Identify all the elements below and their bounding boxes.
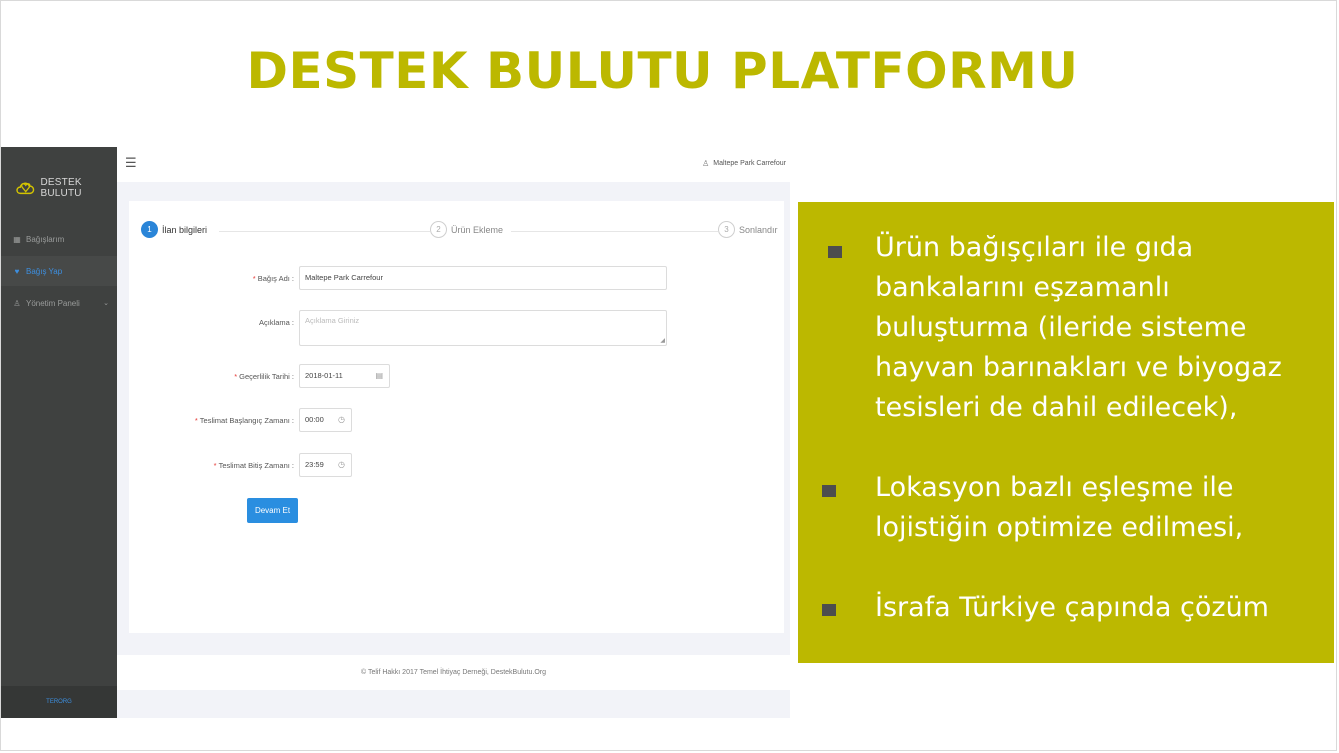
step-1[interactable]: 1 İlan bilgileri — [141, 221, 208, 238]
grid-icon: ▦ — [13, 234, 21, 244]
user-menu[interactable]: ♙ Maltepe Park Carrefour — [702, 159, 786, 168]
user-icon: ♙ — [702, 159, 710, 168]
expiry-date-input[interactable]: 2018-01-11 ▤ — [299, 364, 390, 388]
step-connector — [511, 231, 731, 232]
form-row-delivery-start: * Teslimat Başlangıç Zamanı : 00:00 ◷ — [129, 408, 784, 434]
sidebar-item-yonetim-paneli[interactable]: ♙ Yönetim Paneli ⌄ — [1, 288, 117, 318]
bullet-square — [822, 485, 836, 497]
description-textarea[interactable]: Açıklama Giriniz ◢ — [299, 310, 667, 346]
sidebar-footer: TERORG — [1, 686, 117, 718]
calendar-icon[interactable]: ▤ — [375, 365, 383, 387]
description-placeholder: Açıklama Giriniz — [305, 316, 360, 325]
delivery-end-label: Teslimat Bitiş Zamanı : — [218, 461, 294, 470]
sidebar-item-bagislarim[interactable]: ▦ Bağışlarım — [1, 224, 117, 254]
menu-toggle-icon[interactable]: ☰ — [125, 156, 137, 169]
app-footer: © Telif Hakkı 2017 Temel İhtiyaç Derneği… — [117, 655, 790, 690]
continue-button[interactable]: Devam Et — [247, 498, 298, 523]
topbar: ☰ ♙ Maltepe Park Carrefour — [117, 147, 790, 182]
sidebar-item-label: Yönetim Paneli — [26, 298, 80, 308]
bullet-square — [828, 246, 842, 258]
delivery-start-input[interactable]: 00:00 ◷ — [299, 408, 352, 432]
required-marker: * — [234, 372, 238, 381]
brand[interactable]: DESTEK BULUTU — [15, 177, 117, 199]
delivery-end-value: 23:59 — [305, 460, 324, 469]
step-number: 1 — [141, 221, 158, 238]
clock-icon[interactable]: ◷ — [338, 454, 345, 476]
step-label: Ürün Ekleme — [451, 224, 504, 235]
form-card: 1 İlan bilgileri 2 Ürün Ekleme 3 Sonland… — [129, 201, 784, 633]
donation-name-label: Bağış Adı : — [257, 274, 294, 283]
step-2[interactable]: 2 Ürün Ekleme — [430, 221, 504, 238]
sidebar-item-bagis-yap[interactable]: ♥ Bağış Yap — [1, 256, 117, 286]
delivery-start-value: 00:00 — [305, 415, 324, 424]
form-row-expiry-date: * Geçerlilik Tarihi : 2018-01-11 ▤ — [129, 364, 784, 390]
heart-icon: ♥ — [14, 266, 20, 276]
sidebar-item-label: Bağış Yap — [26, 266, 63, 276]
step-3[interactable]: 3 Sonlandır — [718, 221, 778, 238]
user-name: Maltepe Park Carrefour — [713, 160, 786, 167]
info-bullet-3: İsrafa Türkiye çapında çözüm — [875, 592, 1269, 623]
info-panel: Ürün bağışçıları ile gıda bankalarını eş… — [798, 202, 1334, 663]
bullet-square — [822, 604, 836, 616]
step-number: 2 — [430, 221, 447, 238]
step-label: Sonlandır — [739, 224, 778, 235]
description-label: Açıklama : — [258, 318, 294, 327]
user-icon: ♙ — [13, 298, 21, 308]
app-screenshot: DESTEK BULUTU ▦ Bağışlarım ♥ Bağış Yap ♙… — [1, 147, 790, 718]
form-row-donation-name: * Bağış Adı : Maltepe Park Carrefour — [129, 266, 784, 292]
step-label: İlan bilgileri — [162, 224, 208, 235]
resize-grip-icon[interactable]: ◢ — [660, 338, 665, 344]
info-bullet-2: Lokasyon bazlı eşleşme ile lojistiğin op… — [875, 472, 1244, 543]
brand-name: DESTEK BULUTU — [40, 177, 82, 199]
step-number: 3 — [718, 221, 735, 238]
sidebar: DESTEK BULUTU ▦ Bağışlarım ♥ Bağış Yap ♙… — [1, 147, 117, 718]
step-connector — [219, 231, 439, 232]
expiry-date-label: Geçerlilik Tarihi : — [239, 372, 294, 381]
delivery-start-label: Teslimat Başlangıç Zamanı : — [199, 416, 294, 425]
sidebar-item-label: Bağışlarım — [26, 234, 65, 244]
chevron-down-icon: ⌄ — [103, 300, 109, 307]
form-row-description: Açıklama : Açıklama Giriniz ◢ — [129, 310, 784, 346]
slide-title: DESTEK BULUTU PLATFORMU — [246, 42, 1079, 100]
required-marker: * — [252, 274, 256, 283]
donation-name-input[interactable]: Maltepe Park Carrefour — [299, 266, 667, 290]
delivery-end-input[interactable]: 23:59 ◷ — [299, 453, 352, 477]
required-marker: * — [194, 416, 198, 425]
required-marker: * — [213, 461, 217, 470]
cloud-heart-logo-icon — [16, 182, 35, 195]
info-bullet-1: Ürün bağışçıları ile gıda bankalarını eş… — [875, 232, 1282, 423]
expiry-date-value: 2018-01-11 — [305, 371, 343, 380]
stepper: 1 İlan bilgileri 2 Ürün Ekleme 3 Sonland… — [141, 221, 778, 241]
form-row-delivery-end: * Teslimat Bitiş Zamanı : 23:59 ◷ — [129, 453, 784, 479]
clock-icon[interactable]: ◷ — [338, 409, 345, 431]
